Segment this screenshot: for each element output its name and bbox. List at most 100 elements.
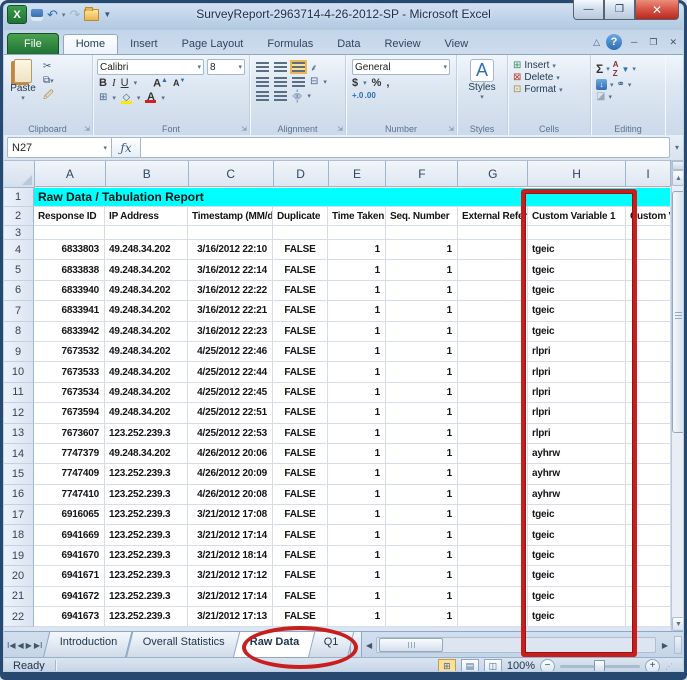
hscroll-right-arrow-icon[interactable]: ▶ bbox=[658, 641, 672, 650]
cell[interactable] bbox=[458, 587, 528, 607]
font-color-button[interactable]: A bbox=[145, 92, 156, 103]
autosum-button[interactable]: Σ bbox=[596, 62, 603, 76]
cell[interactable]: 3/21/2012 17:12 bbox=[188, 566, 273, 586]
styles-button[interactable]: A Styles▾ bbox=[457, 55, 507, 101]
cell[interactable]: 4/26/2012 20:09 bbox=[188, 464, 273, 484]
find-select-button[interactable]: ⚭ bbox=[617, 79, 625, 90]
vertical-scroll-thumb[interactable] bbox=[672, 191, 686, 433]
resize-grip-icon[interactable]: ⋰ bbox=[665, 662, 674, 671]
cell[interactable] bbox=[188, 226, 273, 240]
cell[interactable]: 4/25/2012 22:53 bbox=[188, 424, 273, 444]
horizontal-scroll-thumb[interactable] bbox=[379, 638, 443, 652]
header-cell[interactable]: Duplicate bbox=[273, 207, 328, 226]
accounting-format-button[interactable]: $ bbox=[352, 77, 358, 89]
help-button[interactable]: ? bbox=[606, 34, 622, 50]
italic-button[interactable]: I bbox=[112, 77, 116, 89]
cell[interactable]: 123.252.239.3 bbox=[105, 587, 188, 607]
cell[interactable]: 6833942 bbox=[34, 322, 105, 342]
cell[interactable]: 1 bbox=[386, 362, 458, 382]
last-sheet-button[interactable]: ▶Ⅰ bbox=[34, 641, 43, 650]
cell[interactable]: 3/16/2012 22:22 bbox=[188, 281, 273, 301]
cell[interactable]: 1 bbox=[386, 383, 458, 403]
scroll-down-arrow-icon[interactable]: ▼ bbox=[672, 617, 685, 631]
scroll-up-arrow-icon[interactable]: ▲ bbox=[672, 170, 685, 186]
cell[interactable]: 1 bbox=[328, 322, 386, 342]
cell[interactable]: 3/21/2012 17:08 bbox=[188, 505, 273, 525]
cell[interactable]: FALSE bbox=[273, 444, 328, 464]
merge-center-button[interactable]: ⊟ bbox=[310, 76, 318, 87]
sheet-tab-overall-statistics[interactable]: Overall Statistics bbox=[126, 632, 240, 658]
orientation-button[interactable]: ⸙ bbox=[310, 60, 318, 74]
cell[interactable]: 7747409 bbox=[34, 464, 105, 484]
header-cell[interactable]: External Refer bbox=[458, 207, 528, 226]
cell[interactable] bbox=[458, 301, 528, 321]
cell[interactable] bbox=[458, 226, 528, 240]
cell[interactable]: 123.252.239.3 bbox=[105, 607, 188, 627]
workbook-restore-button[interactable]: ❐ bbox=[646, 37, 660, 48]
cell[interactable] bbox=[458, 240, 528, 260]
cell[interactable]: 7673607 bbox=[34, 424, 105, 444]
delete-cells-button[interactable]: ⊠Delete▾ bbox=[513, 72, 590, 83]
bottom-align-button[interactable] bbox=[292, 62, 305, 72]
row-header-16[interactable]: 16 bbox=[3, 485, 34, 505]
cell[interactable]: FALSE bbox=[273, 301, 328, 321]
normal-view-button[interactable]: ⊞ bbox=[438, 659, 456, 674]
font-dialog-launcher[interactable]: ⇲ bbox=[241, 125, 247, 133]
cell[interactable]: 123.252.239.3 bbox=[105, 566, 188, 586]
cell[interactable] bbox=[458, 362, 528, 382]
cell[interactable]: 7673594 bbox=[34, 403, 105, 423]
cell[interactable]: 1 bbox=[386, 546, 458, 566]
number-format-combo[interactable]: General▾ bbox=[352, 59, 450, 75]
cell[interactable]: 3/21/2012 18:14 bbox=[188, 546, 273, 566]
cell[interactable]: 3/16/2012 22:21 bbox=[188, 301, 273, 321]
cell[interactable]: 1 bbox=[328, 464, 386, 484]
row-header-3[interactable]: 3 bbox=[3, 226, 34, 240]
sheet-tab-introduction[interactable]: Introduction bbox=[43, 632, 133, 658]
cell[interactable]: 1 bbox=[328, 566, 386, 586]
cell[interactable]: 1 bbox=[328, 424, 386, 444]
cell[interactable]: FALSE bbox=[273, 383, 328, 403]
percent-style-button[interactable]: % bbox=[372, 77, 382, 89]
row-header-8[interactable]: 8 bbox=[3, 322, 34, 342]
cell[interactable] bbox=[458, 444, 528, 464]
sort-filter-button[interactable]: AZ bbox=[613, 60, 619, 78]
cell[interactable]: 4/25/2012 22:51 bbox=[188, 403, 273, 423]
cell[interactable]: 6941670 bbox=[34, 546, 105, 566]
cell[interactable]: 123.252.239.3 bbox=[105, 546, 188, 566]
row-header-7[interactable]: 7 bbox=[3, 301, 34, 321]
cell[interactable]: FALSE bbox=[273, 362, 328, 382]
cell[interactable] bbox=[273, 226, 328, 240]
cell[interactable]: 1 bbox=[386, 444, 458, 464]
workbook-minimize-button[interactable]: ─ bbox=[628, 37, 640, 47]
row-header-6[interactable]: 6 bbox=[3, 281, 34, 301]
cell[interactable] bbox=[458, 424, 528, 444]
clear-button[interactable]: ◪ bbox=[596, 91, 605, 102]
tab-page-layout[interactable]: Page Layout bbox=[170, 35, 256, 54]
cell[interactable]: 1 bbox=[386, 566, 458, 586]
tab-view[interactable]: View bbox=[433, 35, 481, 54]
cell[interactable]: 6833941 bbox=[34, 301, 105, 321]
tab-file[interactable]: File bbox=[7, 33, 59, 54]
middle-align-button[interactable] bbox=[274, 62, 287, 72]
next-sheet-button[interactable]: ▶ bbox=[26, 641, 32, 650]
header-cell[interactable]: IP Address bbox=[105, 207, 188, 226]
cell[interactable] bbox=[458, 322, 528, 342]
row-header-12[interactable]: 12 bbox=[3, 403, 34, 423]
cell[interactable]: 1 bbox=[328, 260, 386, 280]
row-header-10[interactable]: 10 bbox=[3, 362, 34, 382]
cell[interactable]: 49.248.34.202 bbox=[105, 322, 188, 342]
font-size-combo[interactable]: 8▾ bbox=[207, 59, 245, 75]
cell[interactable]: 49.248.34.202 bbox=[105, 362, 188, 382]
hscroll-left-arrow-icon[interactable]: ◀ bbox=[362, 641, 376, 650]
cell[interactable]: 1 bbox=[328, 342, 386, 362]
cell[interactable]: 1 bbox=[386, 525, 458, 545]
split-handle[interactable] bbox=[672, 161, 685, 170]
cell[interactable] bbox=[34, 226, 105, 240]
insert-function-button[interactable]: ƒx bbox=[112, 137, 141, 158]
cell[interactable]: 6833803 bbox=[34, 240, 105, 260]
tab-home[interactable]: Home bbox=[63, 34, 118, 54]
cell[interactable]: 1 bbox=[328, 383, 386, 403]
cell[interactable]: 1 bbox=[328, 240, 386, 260]
page-break-view-button[interactable]: ◫ bbox=[484, 659, 502, 674]
column-header-H[interactable]: H bbox=[528, 161, 626, 187]
